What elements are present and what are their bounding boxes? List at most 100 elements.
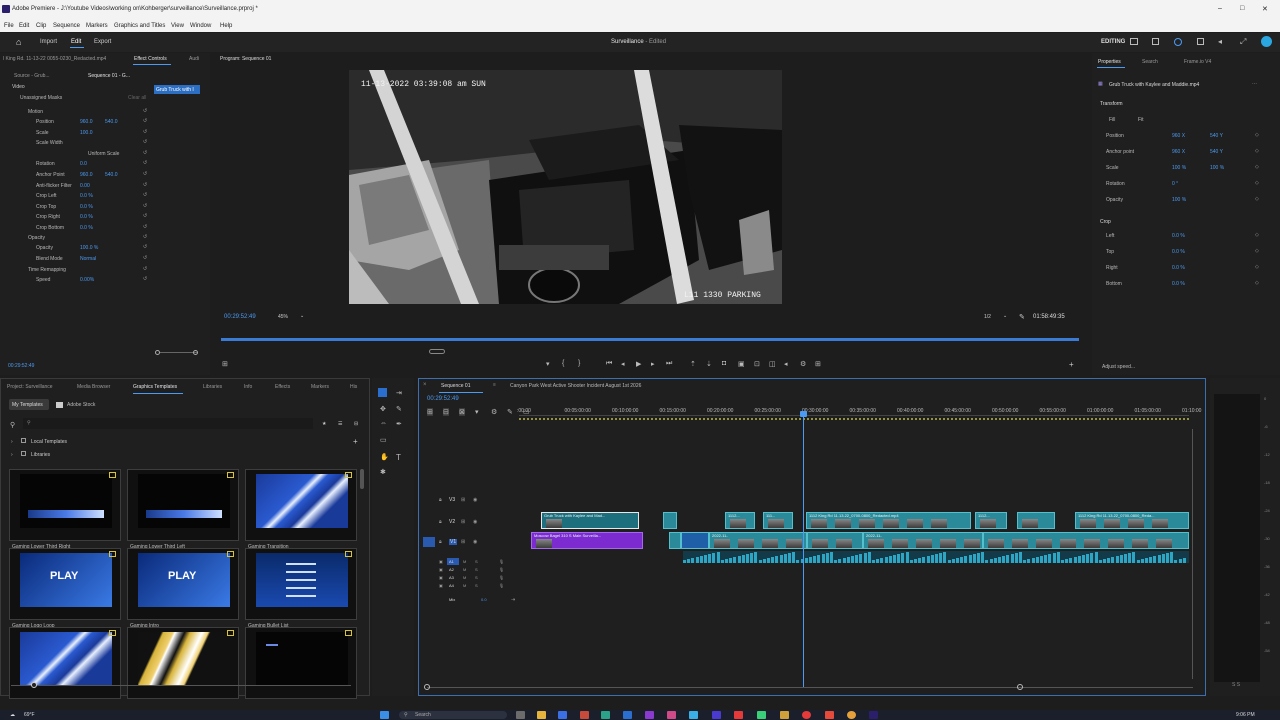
compare-icon[interactable]: ▣	[738, 360, 745, 368]
mix-value[interactable]: 0.0	[481, 597, 487, 602]
close-tab-icon[interactable]: ≡	[493, 382, 496, 388]
keyframe-icon[interactable]: ◇	[1255, 232, 1259, 238]
timeline-playhead[interactable]	[803, 415, 804, 687]
fill-label[interactable]: Fill	[1109, 117, 1115, 123]
keyframe-icon[interactable]: ◇	[1255, 280, 1259, 286]
reset-icon[interactable]: ↺	[143, 182, 147, 188]
zoom-slider-handle-left[interactable]	[155, 350, 160, 355]
project-tab[interactable]: His	[350, 384, 357, 390]
app-icon[interactable]	[667, 711, 676, 719]
effect-row[interactable]: Uniform Scale ↺	[0, 150, 205, 160]
mute-button[interactable]: M	[463, 583, 466, 588]
effect-row[interactable]: Opacity ↺	[0, 234, 205, 244]
linked-icon[interactable]: ▾	[475, 408, 479, 416]
lock-icon[interactable]: ▣	[439, 559, 443, 564]
effect-row[interactable]: Crop Bottom 0.0 % ↺	[0, 224, 205, 234]
my-templates-tab[interactable]: My Templates	[9, 399, 49, 410]
crop-value[interactable]: 0.0 %	[1172, 233, 1185, 239]
grub-truck-clip[interactable]: Grub Truck with Kaylee and Mad...	[541, 512, 639, 529]
tab-sequence[interactable]: Sequence 01 - G...	[88, 73, 130, 79]
menu-file[interactable]: File	[4, 23, 14, 29]
app-icon[interactable]	[757, 711, 766, 719]
keyframe-icon[interactable]: ◇	[1255, 264, 1259, 270]
tab-edit[interactable]: Edit	[71, 39, 81, 45]
effect-row-value[interactable]: 0.0 %	[80, 193, 93, 199]
playhead-bar[interactable]	[221, 338, 1079, 341]
property-value[interactable]: 960 X	[1172, 133, 1185, 139]
effect-row[interactable]: Scale Width ↺	[0, 139, 205, 149]
program-timecode[interactable]: 00:29:52:49	[224, 314, 256, 320]
tab-source[interactable]: Source - Grub...	[14, 73, 50, 79]
lock-icon[interactable]: 🔒︎	[439, 519, 442, 525]
pen-tool-icon[interactable]: ✒	[396, 420, 402, 428]
keyframe-icon[interactable]: ◇	[1255, 132, 1259, 138]
effect-row-value[interactable]: 0.0 %	[80, 204, 93, 210]
property-value[interactable]: 0 °	[1172, 181, 1178, 187]
project-tab[interactable]: Libraries	[203, 384, 222, 390]
app-icon[interactable]	[847, 711, 856, 719]
keyframe-icon[interactable]: ◇	[1255, 164, 1259, 170]
reset-icon[interactable]: ↺	[143, 203, 147, 209]
lift-icon[interactable]: ⇡	[690, 360, 696, 368]
generative-tool-icon[interactable]: ✱	[380, 468, 386, 476]
menu-help[interactable]: Help	[220, 23, 232, 29]
track-select-tool-icon[interactable]: ⇥	[396, 389, 402, 397]
video-clip[interactable]	[983, 532, 1189, 549]
app-icon[interactable]	[734, 711, 743, 719]
play-icon[interactable]: ▶	[636, 360, 641, 368]
program-title[interactable]: Program: Sequence 01	[220, 56, 271, 62]
solo-button[interactable]: S	[475, 575, 478, 580]
audio-clip[interactable]	[683, 551, 1189, 563]
reset-icon[interactable]: ↺	[143, 276, 147, 282]
template-thumbnail[interactable]	[127, 469, 239, 541]
work-area-bar[interactable]	[519, 418, 1189, 420]
solo-button[interactable]: S	[475, 567, 478, 572]
video-clip[interactable]	[681, 532, 709, 549]
share-icon[interactable]	[1152, 38, 1159, 45]
out-point-icon[interactable]: }	[578, 360, 580, 367]
ripple-tool-icon[interactable]: ✥	[380, 405, 386, 413]
mic-icon[interactable]: 🎙︎	[499, 567, 504, 572]
effect-row-value[interactable]: 0.0 %	[80, 225, 93, 231]
reset-icon[interactable]: ↺	[143, 160, 147, 166]
marker-icon[interactable]: ⚙	[491, 408, 497, 416]
tab-audio[interactable]: Audi	[189, 56, 199, 62]
effect-row[interactable]: Anchor Point 960.0 540.0 ↺	[0, 171, 205, 181]
property-value[interactable]: 100 %	[1172, 197, 1186, 203]
in-point-icon[interactable]: {	[562, 360, 564, 367]
crop-row[interactable]: Left 0.0 % ◇	[1092, 232, 1280, 242]
crop-value[interactable]: 0.0 %	[1172, 281, 1185, 287]
crop-value[interactable]: 0.0 %	[1172, 265, 1185, 271]
effect-row-value[interactable]: 100.0	[80, 130, 93, 136]
effect-row[interactable]: Time Remapping ↺	[0, 266, 205, 276]
lock-icon[interactable]: 🔒︎	[439, 497, 442, 503]
tab-frameio[interactable]: Frame.io V4	[1184, 59, 1211, 65]
hand-tool-icon[interactable]: ✋	[380, 453, 389, 461]
step-forward-icon[interactable]: ⏭	[666, 360, 672, 368]
add-button-icon[interactable]: +	[1069, 360, 1074, 369]
lock-icon[interactable]: ▣	[439, 583, 443, 588]
effect-row-value[interactable]: 960.0	[80, 119, 93, 125]
maximize-icon[interactable]: □	[1240, 5, 1244, 12]
effect-row-value2[interactable]: 540.0	[105, 172, 118, 178]
app-icon[interactable]	[601, 711, 610, 719]
eye-icon[interactable]: ◉	[473, 497, 477, 503]
app-icon[interactable]	[825, 711, 834, 719]
effect-row-value[interactable]: 0.0	[80, 161, 87, 167]
volume-icon[interactable]: ◂	[784, 360, 788, 368]
tab-properties[interactable]: Properties	[1098, 59, 1121, 65]
video-clip[interactable]	[1017, 512, 1055, 529]
timeline-timecode[interactable]: 00:29:52:49	[427, 396, 459, 402]
keyframe-icon[interactable]: ◇	[1255, 180, 1259, 186]
home-icon[interactable]: ⌂	[16, 37, 21, 47]
effect-row[interactable]: Anti-flicker Filter 0.00 ↺	[0, 182, 205, 192]
reset-icon[interactable]: ↺	[143, 213, 147, 219]
tab-sequence-01[interactable]: Sequence 01	[441, 383, 470, 389]
sync-lock-icon[interactable]: ⊞	[461, 539, 465, 545]
effect-row[interactable]: Crop Left 0.0 % ↺	[0, 192, 205, 202]
wrench-icon[interactable]: ✎	[1019, 313, 1025, 321]
list-icon[interactable]: ☰	[338, 421, 342, 427]
sync-lock-icon[interactable]: ⊞	[461, 497, 465, 503]
folder-icon[interactable]: ⊟	[354, 421, 358, 427]
type-tool-icon[interactable]: T	[396, 453, 401, 462]
